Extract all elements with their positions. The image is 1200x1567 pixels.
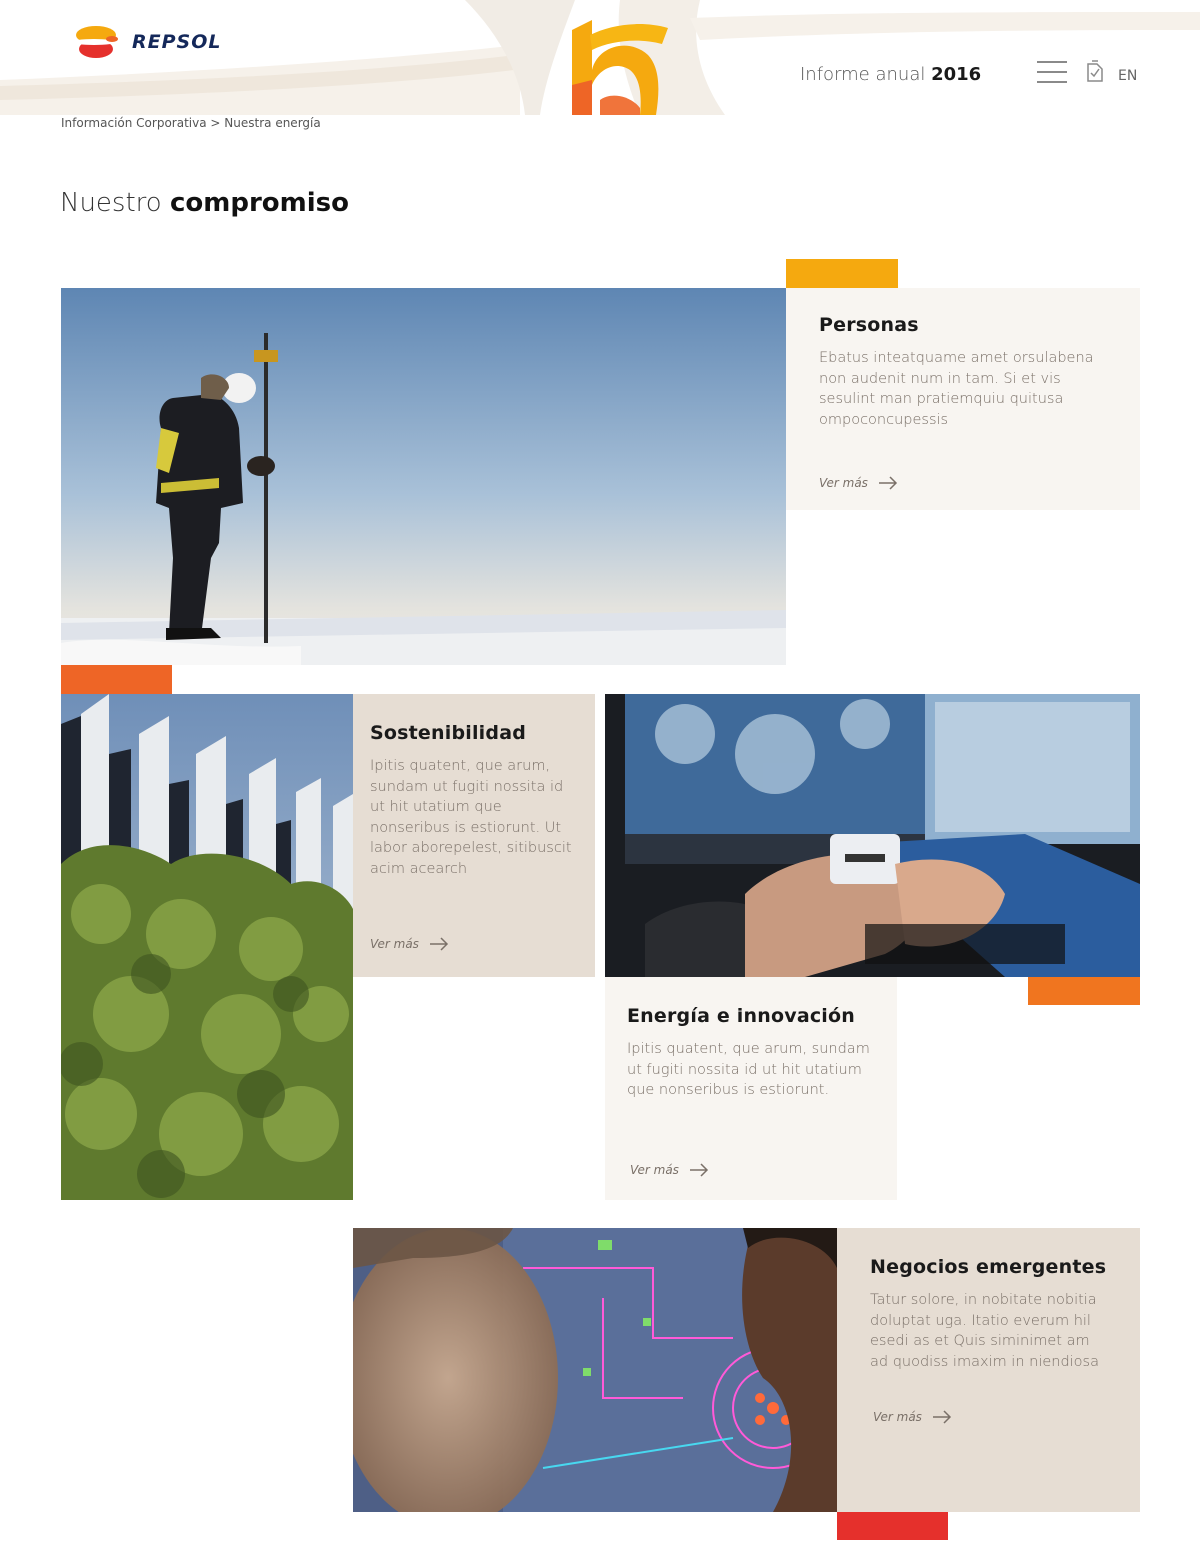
accent-bar-orange [61,665,172,694]
repsol-logo[interactable]: REPSOL [72,22,242,62]
brand-name: REPSOL [132,31,222,53]
breadcrumb-current[interactable]: Nuestra energía [224,116,320,130]
breadcrumb: Información Corporativa > Nuestra energí… [61,116,321,130]
card-energia-innovacion: Energía e innovación Ipitis quatent, que… [605,977,897,1200]
repsol-logo-icon [72,26,118,58]
card-sostenibilidad: Sostenibilidad Ipitis quatent, que arum,… [353,694,595,977]
more-label: Ver más [819,476,868,490]
card-energia-more-link[interactable]: Ver más [630,1163,709,1177]
page-title-bold: compromiso [169,188,349,218]
card-sostenibilidad-more-link[interactable]: Ver más [370,937,449,951]
card-negocios-text: Tatur solore, in nobitate nobitia dolupt… [870,1292,1099,1370]
report-prefix: Informe anual [800,64,926,85]
image-repsol-building-trees[interactable] [61,694,353,1200]
accent-bar-yellow [786,259,898,288]
arrow-right-icon [429,937,448,951]
page-title: Nuestro compromiso [60,188,349,218]
accent-bar-orange-2 [1028,977,1140,1005]
breadcrumb-separator: > [210,116,221,130]
more-label: Ver más [873,1410,922,1424]
card-personas: Personas Ebatus inteatquame amet orsulab… [786,288,1140,510]
card-personas-title: Personas [819,314,919,336]
arrow-right-icon [689,1163,708,1177]
arrow-right-icon [932,1410,951,1424]
surveyor-photo [61,288,786,665]
card-personas-text: Ebatus inteatquame amet orsulabena non a… [819,350,1094,428]
card-personas-more-link[interactable]: Ver más [819,476,898,490]
card-negocios-emergentes: Negocios emergentes Tatur solore, in nob… [837,1228,1140,1512]
more-label: Ver más [370,937,419,951]
image-surveyor-on-ice[interactable] [61,288,786,665]
page-title-light: Nuestro [60,188,162,218]
card-sostenibilidad-text: Ipitis quatent, que arum, sundam ut fugi… [370,758,572,877]
document-check-icon[interactable] [1086,60,1104,82]
image-lab-sample-monitors[interactable] [605,694,1140,977]
lab-photo [605,694,1140,977]
card-energia-text: Ipitis quatent, que arum, sundam ut fugi… [627,1041,870,1098]
image-control-room-engineer[interactable] [353,1228,837,1512]
report-year: 2016 [931,64,982,85]
building-photo [61,694,353,1200]
card-sostenibilidad-title: Sostenibilidad [370,722,527,744]
more-label: Ver más [630,1163,679,1177]
card-energia-title: Energía e innovación [627,1005,855,1027]
breadcrumb-parent[interactable]: Información Corporativa [61,116,207,130]
card-negocios-title: Negocios emergentes [870,1256,1107,1278]
accent-bar-red [837,1512,948,1540]
card-negocios-more-link[interactable]: Ver más [873,1410,952,1424]
language-switch[interactable]: EN [1118,68,1137,84]
control-room-photo [353,1228,837,1512]
arrow-right-icon [878,476,897,490]
hamburger-menu-icon[interactable] [1037,61,1067,83]
report-title: Informe anual 2016 [800,64,981,85]
